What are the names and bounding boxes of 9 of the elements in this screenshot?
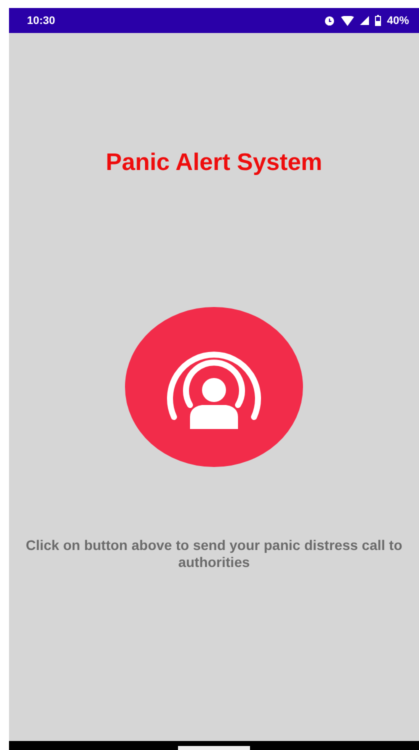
instruction-text: Click on button above to send your panic distress call to authorities [24, 537, 404, 571]
signal-icon [360, 16, 369, 25]
battery-level: 40% [386, 14, 409, 26]
alarm-icon [324, 15, 335, 26]
battery-icon [374, 15, 381, 26]
wifi-icon [340, 16, 354, 26]
home-handle[interactable] [178, 746, 250, 750]
clock: 10:30 [27, 14, 56, 26]
app-title: Panic Alert System [106, 149, 322, 177]
